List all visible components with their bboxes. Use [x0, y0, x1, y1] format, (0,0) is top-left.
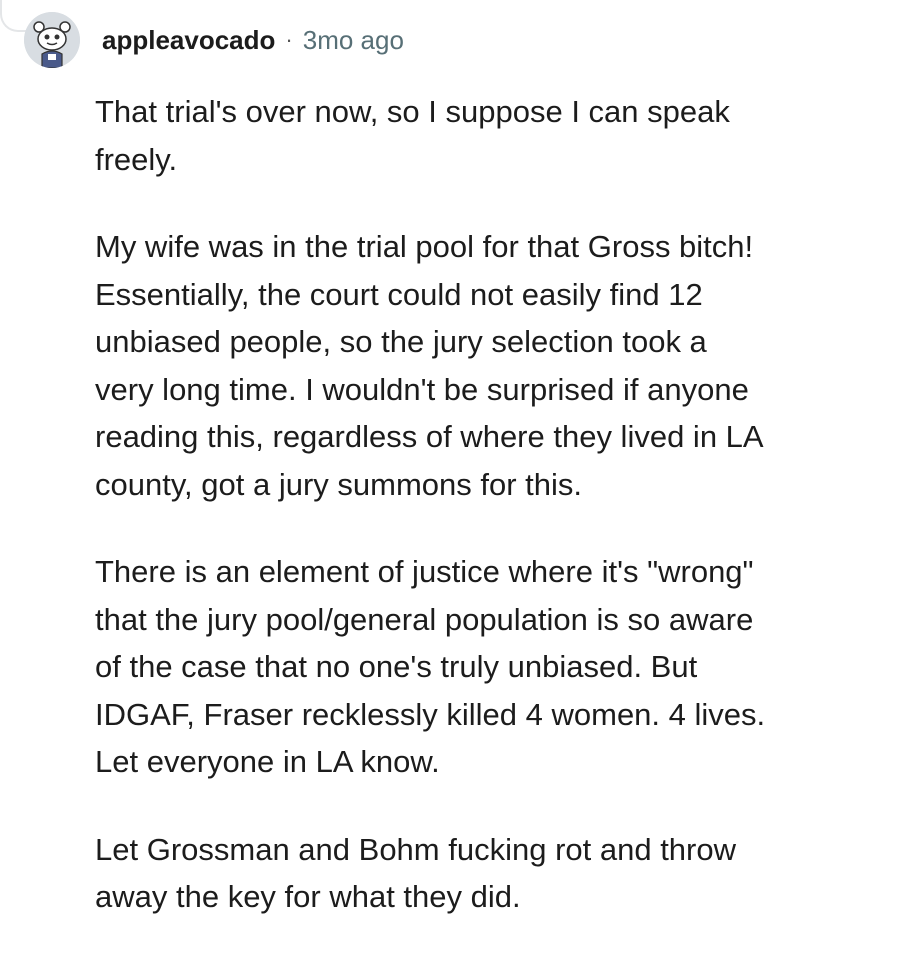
snoo-avatar-icon[interactable] — [24, 12, 80, 68]
comment-header: appleavocado · 3mo ago — [24, 10, 894, 70]
comment-text-line: away the key for what they did. — [95, 879, 521, 914]
comment-text-line: county, got a jury summons for this. — [95, 466, 583, 502]
username-link[interactable]: appleavocado — [102, 25, 275, 56]
comment-text-line: unbiased people, so the jury selection t… — [95, 324, 707, 359]
comment-text-line: Let Grossman and Bohm fucking rot and th… — [95, 831, 736, 867]
comment-paragraph: Let Grossman and Bohm fucking rot and th… — [95, 826, 894, 921]
comment: appleavocado · 3mo ago That trial's over… — [24, 10, 894, 961]
comment-text-line: Essentially, the court could not easily … — [95, 276, 703, 312]
comment-paragraph: There is an element of justice where it'… — [95, 548, 894, 786]
comment-text-line: That trial's over now, so I suppose I ca… — [95, 94, 730, 129]
comment-text-line: very long time. I wouldn't be surprised … — [95, 371, 749, 407]
comment-text-line: There is an element of justice where it'… — [95, 554, 754, 589]
comment-text-line: My wife was in the trial pool for that G… — [95, 229, 754, 264]
comment-text-line: reading this, regardless of where they l… — [95, 419, 764, 454]
comment-timestamp[interactable]: 3mo ago — [303, 25, 404, 56]
comment-paragraph: That trial's over now, so I suppose I ca… — [95, 88, 894, 183]
comment-text-line: that the jury pool/general population is… — [95, 601, 754, 637]
comment-paragraph: My wife was in the trial pool for that G… — [95, 223, 894, 508]
comment-text-line: IDGAF, Fraser recklessly killed 4 women.… — [95, 696, 766, 732]
comment-body: That trial's over now, so I suppose I ca… — [95, 88, 894, 921]
comment-text-line: of the case that no one's truly unbiased… — [95, 649, 698, 684]
meta-separator: · — [285, 27, 293, 52]
thread-connector-line — [0, 0, 26, 32]
comment-text-line: freely. — [95, 141, 178, 177]
comment-text-line: Let everyone in LA know. — [95, 744, 440, 779]
